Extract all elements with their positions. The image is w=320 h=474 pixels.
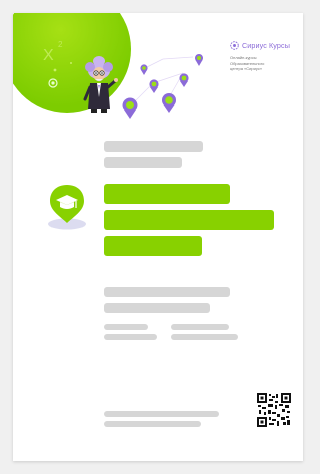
graduation-cap-icon: [48, 185, 86, 230]
pin-icon-2: [140, 64, 148, 75]
title-placeholder: [104, 236, 202, 256]
placeholder-footer: [104, 411, 219, 417]
pin-icon-5: [122, 97, 138, 119]
placeholder-short: [104, 334, 157, 340]
title-placeholder: [104, 184, 230, 204]
brand-logo: Сириус Курсы Онлайн-курсы Образовательно…: [230, 41, 302, 81]
placeholder-short: [171, 334, 238, 340]
pin-icon-1: [195, 54, 204, 66]
map-pins: [83, 54, 204, 119]
sirius-logo-icon: [230, 41, 239, 50]
placeholder-line: [104, 157, 182, 168]
logo-text: Сириус Курсы: [242, 41, 290, 50]
placeholder-short: [104, 324, 148, 330]
placeholder-line: [104, 141, 203, 152]
placeholder-line: [104, 287, 230, 297]
logo-subtitle-line-3: центра «Сириус»: [230, 66, 263, 71]
placeholder-footer: [104, 421, 201, 427]
logo-subtitle: Онлайн-курсы Образовательного центра «Си…: [230, 55, 290, 72]
qr-code-icon: [257, 393, 291, 427]
placeholder-short: [171, 324, 229, 330]
placeholder-line: [104, 303, 210, 313]
pin-icon-4: [149, 79, 159, 93]
certificate-page: X 2 Сириус Курсы Онлайн-курсы Образовате…: [13, 13, 303, 461]
pin-icon-6: [162, 93, 176, 113]
professor-mascot-icon: [83, 56, 118, 113]
pin-icon-3: [179, 73, 189, 87]
title-placeholder: [104, 210, 274, 230]
